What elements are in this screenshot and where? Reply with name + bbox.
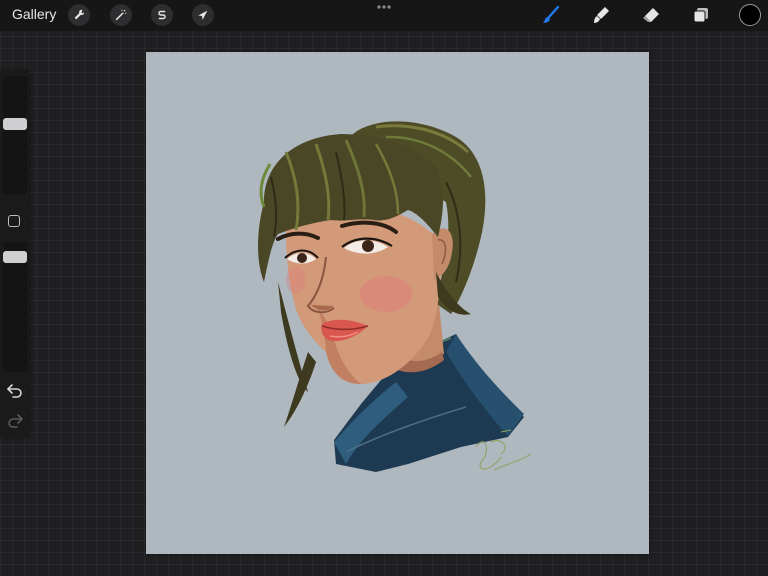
magic-wand-icon [115, 9, 127, 21]
move-arrow-icon [198, 10, 208, 20]
transform-button[interactable] [192, 4, 214, 26]
more-options-icon[interactable] [376, 2, 392, 12]
gallery-button[interactable]: Gallery [12, 6, 56, 22]
portrait-artwork [258, 121, 532, 472]
eraser-tool-button[interactable] [640, 4, 662, 26]
top-toolbar: Gallery [0, 0, 768, 31]
opacity-thumb[interactable] [3, 250, 27, 263]
brush-size-thumb[interactable] [3, 118, 27, 131]
brush-size-slider[interactable] [3, 76, 27, 194]
wrench-icon [74, 9, 85, 20]
smudge-tool-button[interactable] [590, 4, 612, 26]
color-picker-button[interactable] [739, 4, 761, 26]
redo-icon[interactable] [6, 412, 24, 428]
selection-button[interactable] [151, 4, 173, 26]
drawing-canvas[interactable] [146, 52, 649, 554]
undo-icon[interactable] [6, 382, 24, 398]
smudge-icon [594, 7, 609, 23]
eraser-icon [643, 8, 659, 22]
paint-tool-button[interactable] [540, 4, 562, 26]
sidebar [0, 70, 29, 438]
layers-icon [693, 8, 708, 23]
actions-button[interactable] [68, 4, 90, 26]
layers-button[interactable] [690, 4, 712, 26]
adjustments-button[interactable] [110, 4, 132, 26]
modify-button[interactable] [8, 215, 20, 227]
brush-icon [543, 5, 560, 23]
selection-s-icon [158, 10, 166, 20]
